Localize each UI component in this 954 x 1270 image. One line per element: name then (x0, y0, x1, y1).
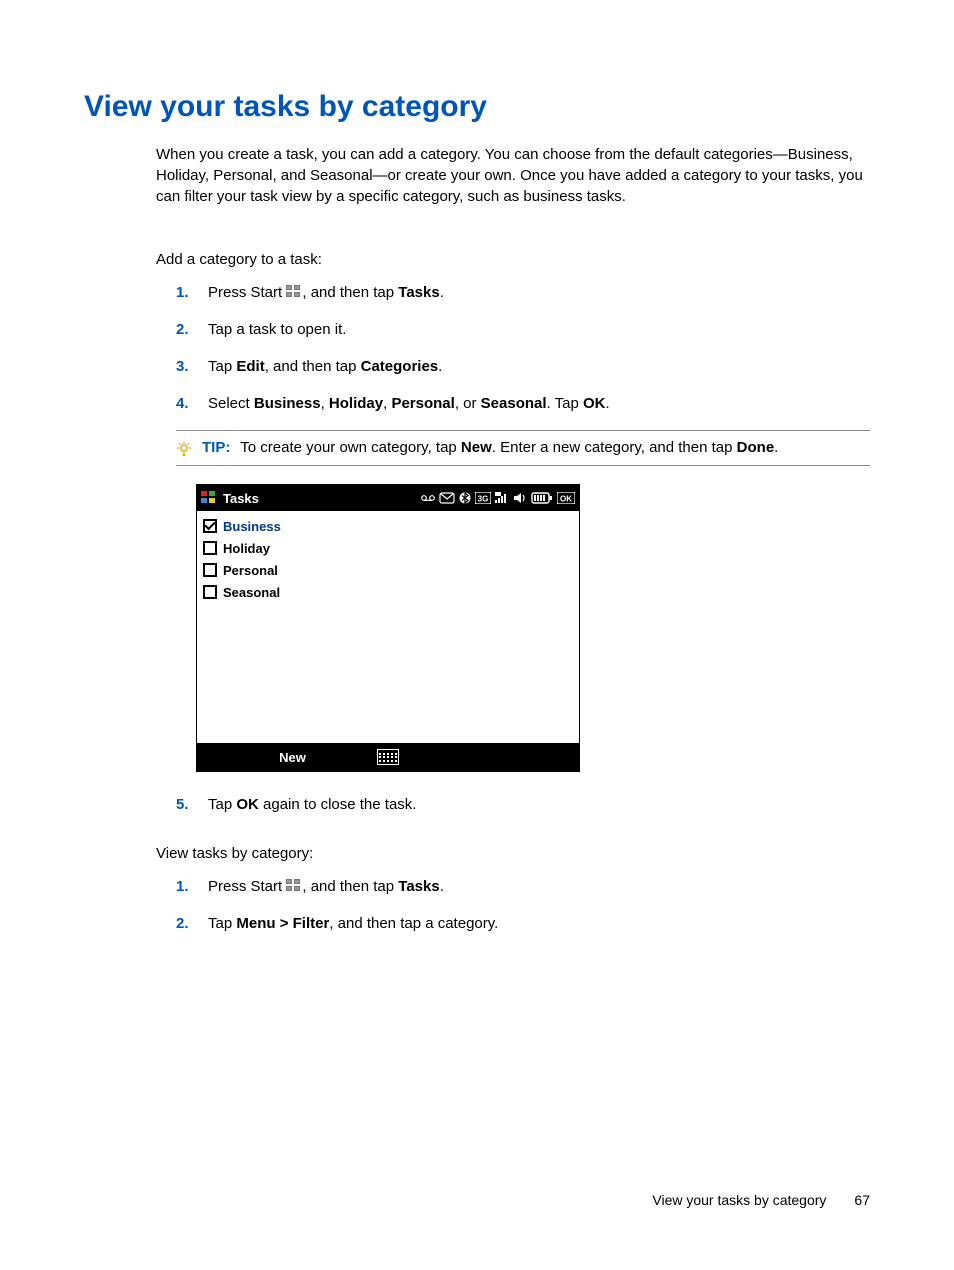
battery-icon (531, 492, 553, 504)
start-icon (286, 285, 302, 299)
step-a4: 4. Select Business, Holiday, Personal, o… (176, 393, 870, 414)
start-icon (286, 879, 302, 893)
section-a-heading: Add a category to a task: (156, 251, 870, 268)
page-number: 67 (854, 1192, 870, 1208)
device-screenshot: Tasks 3G OK Business Holiday (196, 484, 580, 772)
category-row-seasonal[interactable]: Seasonal (203, 581, 573, 603)
category-label: Personal (223, 563, 278, 578)
section-b-heading: View tasks by category: (156, 845, 870, 862)
step-number: 3. (176, 358, 194, 375)
step-number: 1. (176, 284, 194, 301)
intro-paragraph: When you create a task, you can add a ca… (156, 144, 870, 207)
step-number: 4. (176, 395, 194, 412)
bluetooth-icon (459, 492, 471, 504)
threeg-icon: 3G (475, 492, 491, 504)
step-a5: 5. Tap OK again to close the task. (176, 794, 870, 815)
tip-callout: TIP: To create your own category, tap Ne… (176, 430, 870, 466)
category-row-personal[interactable]: Personal (203, 559, 573, 581)
category-row-holiday[interactable]: Holiday (203, 537, 573, 559)
checkbox-icon[interactable] (203, 563, 217, 577)
status-icons: 3G OK (421, 492, 575, 504)
ok-icon: OK (557, 492, 575, 504)
checkbox-icon[interactable] (203, 585, 217, 599)
step-a1: 1. Press Start , and then tap Tasks. (176, 282, 870, 303)
step-number: 2. (176, 915, 194, 932)
device-body: Business Holiday Personal Seasonal (197, 511, 579, 743)
device-bottombar: New (197, 743, 579, 771)
checkbox-icon[interactable] (203, 541, 217, 555)
category-label: Holiday (223, 541, 270, 556)
step-b2: 2. Tap Menu > Filter, and then tap a cat… (176, 913, 870, 934)
step-number: 5. (176, 796, 194, 813)
step-number: 2. (176, 321, 194, 338)
step-number: 1. (176, 878, 194, 895)
device-titlebar: Tasks 3G OK (197, 485, 579, 511)
step-a3: 3. Tap Edit, and then tap Categories. (176, 356, 870, 377)
signal-icon (495, 492, 509, 504)
speaker-icon (513, 492, 527, 504)
device-app-title: Tasks (223, 491, 259, 506)
mail-icon (439, 492, 455, 504)
keyboard-icon[interactable] (377, 749, 399, 765)
category-label: Business (223, 519, 281, 534)
page-footer: View your tasks by category 67 (652, 1192, 870, 1208)
checkbox-icon[interactable] (203, 519, 217, 533)
tip-label: TIP: (202, 439, 230, 456)
new-button[interactable]: New (197, 750, 388, 765)
category-label: Seasonal (223, 585, 280, 600)
svg-text:OK: OK (560, 495, 572, 504)
step-b1: 1. Press Start , and then tap Tasks. (176, 876, 870, 897)
footer-text: View your tasks by category (652, 1192, 826, 1208)
svg-text:3G: 3G (478, 495, 489, 504)
lightbulb-icon (176, 441, 192, 457)
voicemail-icon (421, 493, 435, 503)
windows-flag-icon (201, 491, 217, 505)
step-a2: 2. Tap a task to open it. (176, 319, 870, 340)
category-row-business[interactable]: Business (203, 515, 573, 537)
page-title: View your tasks by category (84, 90, 870, 124)
